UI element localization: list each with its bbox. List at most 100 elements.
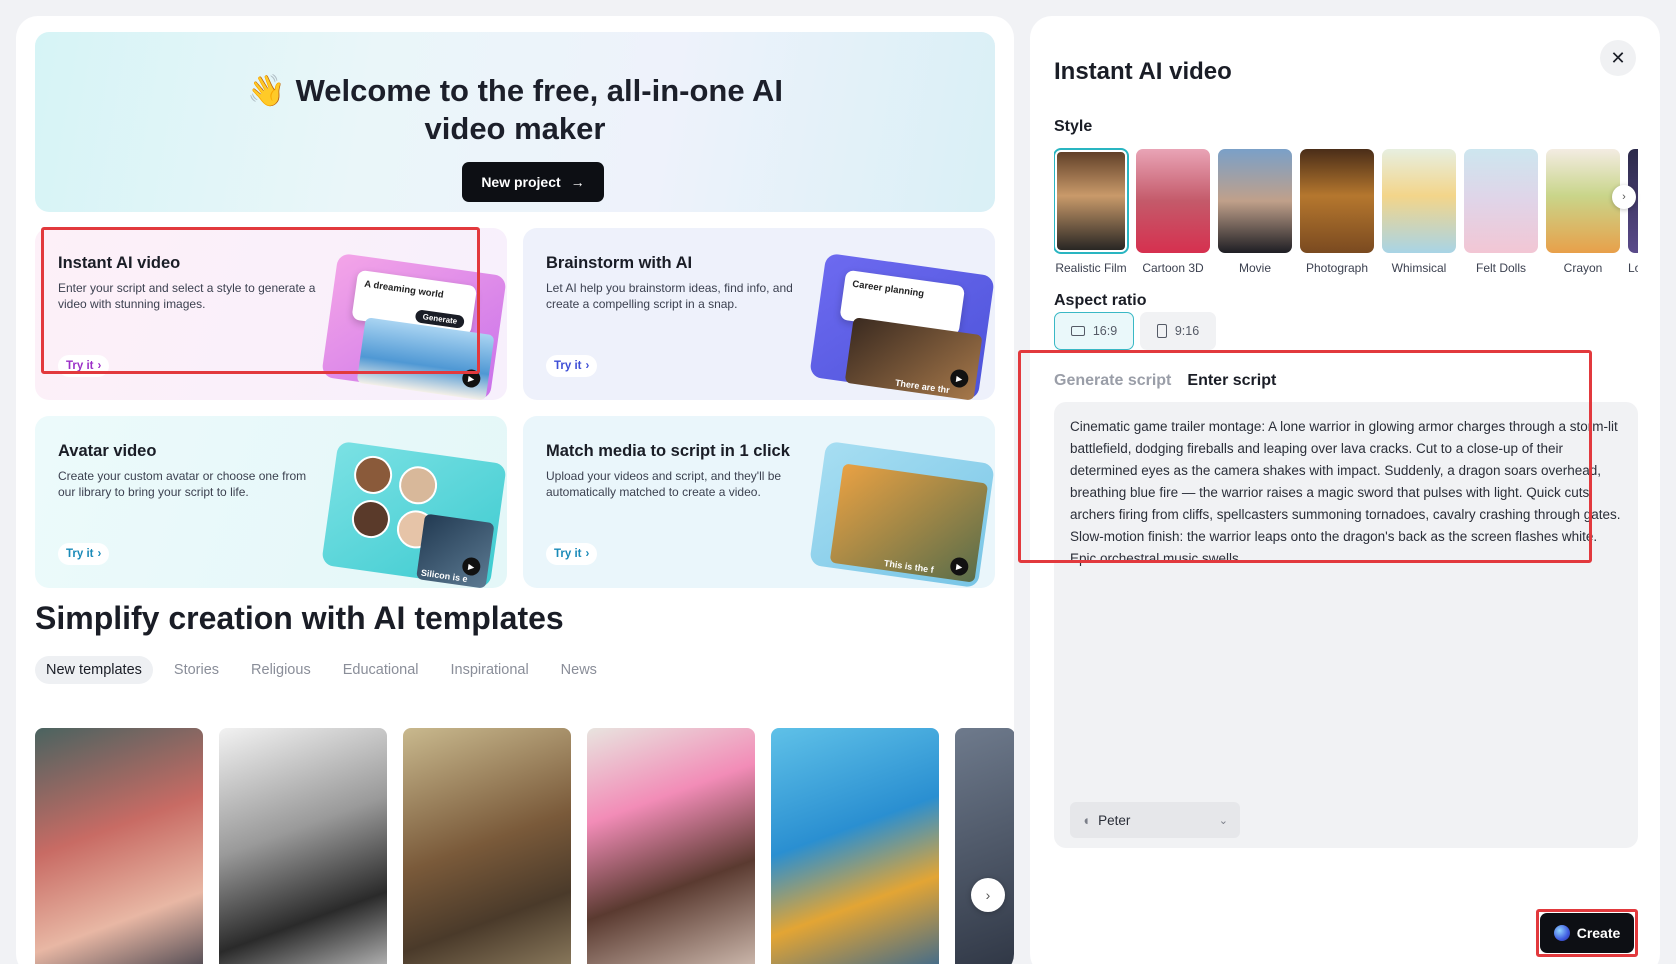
style-option-lo[interactable]: Lo <box>1628 149 1638 275</box>
tab-stories[interactable]: Stories <box>163 656 230 684</box>
try-it-button[interactable]: Try it › <box>58 355 110 377</box>
tab-new-templates[interactable]: New templates <box>35 656 153 684</box>
instant-ai-video-card[interactable]: Instant AI video Enter your script and s… <box>35 228 507 400</box>
style-name: Lo <box>1628 261 1638 275</box>
template-thumbnail[interactable] <box>219 728 387 964</box>
create-button[interactable]: Create <box>1540 913 1634 953</box>
chevron-right-icon: › <box>97 360 102 372</box>
style-option-photograph[interactable]: Photograph <box>1300 149 1374 275</box>
template-thumbnail[interactable] <box>587 728 755 964</box>
prompt-text: Career planning <box>851 278 925 300</box>
voice-select[interactable]: ◖ Peter ⌄ <box>1070 802 1240 838</box>
create-label: Create <box>1576 925 1621 941</box>
brainstorm-card[interactable]: Brainstorm with AI Let AI help you brain… <box>523 228 995 400</box>
aspect-ratio-label: Aspect ratio <box>1054 292 1147 309</box>
try-it-button[interactable]: Try it › <box>58 543 110 565</box>
style-thumbnail <box>1464 149 1538 253</box>
style-thumbnail <box>1382 149 1456 253</box>
photo-caption: There are thr <box>894 377 951 396</box>
chevron-right-icon: › <box>97 548 102 560</box>
arrow-right-icon: → <box>570 174 585 190</box>
template-tabs: New templates Stories Religious Educatio… <box>35 656 614 684</box>
new-project-button[interactable]: New project → <box>462 162 604 202</box>
welcome-banner: 👋 Welcome to the free, all-in-one AI vide… <box>35 32 995 212</box>
tab-inspirational[interactable]: Inspirational <box>439 656 539 684</box>
style-name: Cartoon 3D <box>1142 261 1204 275</box>
card-title: Brainstorm with AI <box>546 254 693 272</box>
templates-title: Simplify creation with AI templates <box>35 600 564 636</box>
template-thumbnail[interactable] <box>403 728 571 964</box>
style-thumbnail <box>1054 148 1129 254</box>
style-thumbnail <box>1218 149 1292 253</box>
script-tabs: Generate script Enter script <box>1054 372 1276 390</box>
close-icon[interactable]: ✕ <box>1600 40 1636 76</box>
brainstorm-illustration: Career planning There are thr ▶ <box>809 252 995 400</box>
tab-educational[interactable]: Educational <box>332 656 430 684</box>
create-orb-icon <box>1553 925 1570 941</box>
match-media-illustration: This is the f ▶ <box>809 440 995 588</box>
style-name: Realistic Film <box>1055 261 1127 275</box>
style-option-whimsical[interactable]: Whimsical <box>1382 149 1456 275</box>
voice-name: Peter <box>1098 812 1131 828</box>
aspect-16-9-button[interactable]: 16:9 <box>1054 312 1134 350</box>
aspect-9-16-button[interactable]: 9:16 <box>1140 312 1216 350</box>
instant-video-panel: Instant AI video ✕ Style Realistic Film … <box>1018 16 1660 964</box>
style-option-crayon[interactable]: Crayon <box>1546 149 1620 275</box>
style-option-felt-dolls[interactable]: Felt Dolls <box>1464 149 1538 275</box>
photo-caption: Silicon is e <box>420 567 469 585</box>
style-thumbnail <box>1136 149 1210 253</box>
style-thumbnail <box>1546 149 1620 253</box>
speaker-icon: ◖ <box>1082 812 1091 828</box>
style-name: Felt Dolls <box>1475 261 1526 275</box>
style-option-cartoon-3d[interactable]: Cartoon 3D <box>1136 149 1210 275</box>
try-it-label: Try it <box>66 548 94 560</box>
tab-news[interactable]: News <box>550 656 608 684</box>
style-name: Movie <box>1238 261 1271 275</box>
landscape-icon <box>1070 326 1085 336</box>
template-thumbnail[interactable] <box>955 728 1014 964</box>
card-description: Enter your script and select a style to … <box>58 281 316 311</box>
presenter-photo: Silicon is e <box>416 513 495 588</box>
chevron-right-icon: › <box>585 548 590 560</box>
welcome-title-text: Welcome to the free, all-in-one AI video… <box>295 73 784 146</box>
style-name: Whimsical <box>1391 261 1447 275</box>
aspect-label: 16:9 <box>1092 324 1118 338</box>
gallery-next-icon[interactable]: › <box>971 878 1005 912</box>
avatar <box>349 497 393 541</box>
card-description: Create your custom avatar or choose one … <box>58 469 307 499</box>
script-textarea[interactable]: Cinematic game trailer montage: A lone w… <box>1054 402 1638 848</box>
match-media-card[interactable]: Match media to script in 1 click Upload … <box>523 416 995 588</box>
card-title: Match media to script in 1 click <box>546 442 790 460</box>
template-thumbnail[interactable] <box>771 728 939 964</box>
avatar <box>351 453 395 497</box>
avatar <box>396 463 440 507</box>
style-option-movie[interactable]: Movie <box>1218 149 1292 275</box>
try-it-label: Try it <box>554 360 582 372</box>
coffee-photo: There are thr <box>844 317 983 400</box>
waving-hand-icon: 👋 <box>246 73 286 108</box>
prompt-text: A dreaming world <box>363 278 445 301</box>
chevron-right-icon: › <box>585 360 590 372</box>
card-description: Upload your videos and script, and they'… <box>546 469 782 499</box>
style-carousel: Realistic Film Cartoon 3D Movie Photogra… <box>1054 134 1638 284</box>
template-thumbnail[interactable] <box>35 728 203 964</box>
sea-photo <box>356 317 495 400</box>
panel-title: Instant AI video <box>1054 58 1232 85</box>
card-title: Avatar video <box>58 442 157 460</box>
try-it-button[interactable]: Try it › <box>546 355 598 377</box>
welcome-title: 👋 Welcome to the free, all-in-one AI vide… <box>215 72 815 148</box>
aspect-label: 9:16 <box>1174 324 1200 338</box>
style-option-realistic-film[interactable]: Realistic Film <box>1054 148 1129 275</box>
try-it-button[interactable]: Try it › <box>546 543 598 565</box>
new-project-label: New project <box>481 174 561 190</box>
style-name: Crayon <box>1563 261 1603 275</box>
avatar-video-card[interactable]: Avatar video Create your custom avatar o… <box>35 416 507 588</box>
script-text: Cinematic game trailer montage: A lone w… <box>1070 419 1621 566</box>
styles-next-icon[interactable]: › <box>1612 185 1636 209</box>
card-description: Let AI help you brainstorm ideas, find i… <box>546 281 793 311</box>
tab-generate-script[interactable]: Generate script <box>1054 372 1171 390</box>
tab-enter-script[interactable]: Enter script <box>1187 372 1276 390</box>
avatar-illustration: Silicon is e ▶ <box>321 440 507 588</box>
instant-video-illustration: A dreaming world Generate ▶ <box>321 252 507 400</box>
tab-religious[interactable]: Religious <box>240 656 322 684</box>
